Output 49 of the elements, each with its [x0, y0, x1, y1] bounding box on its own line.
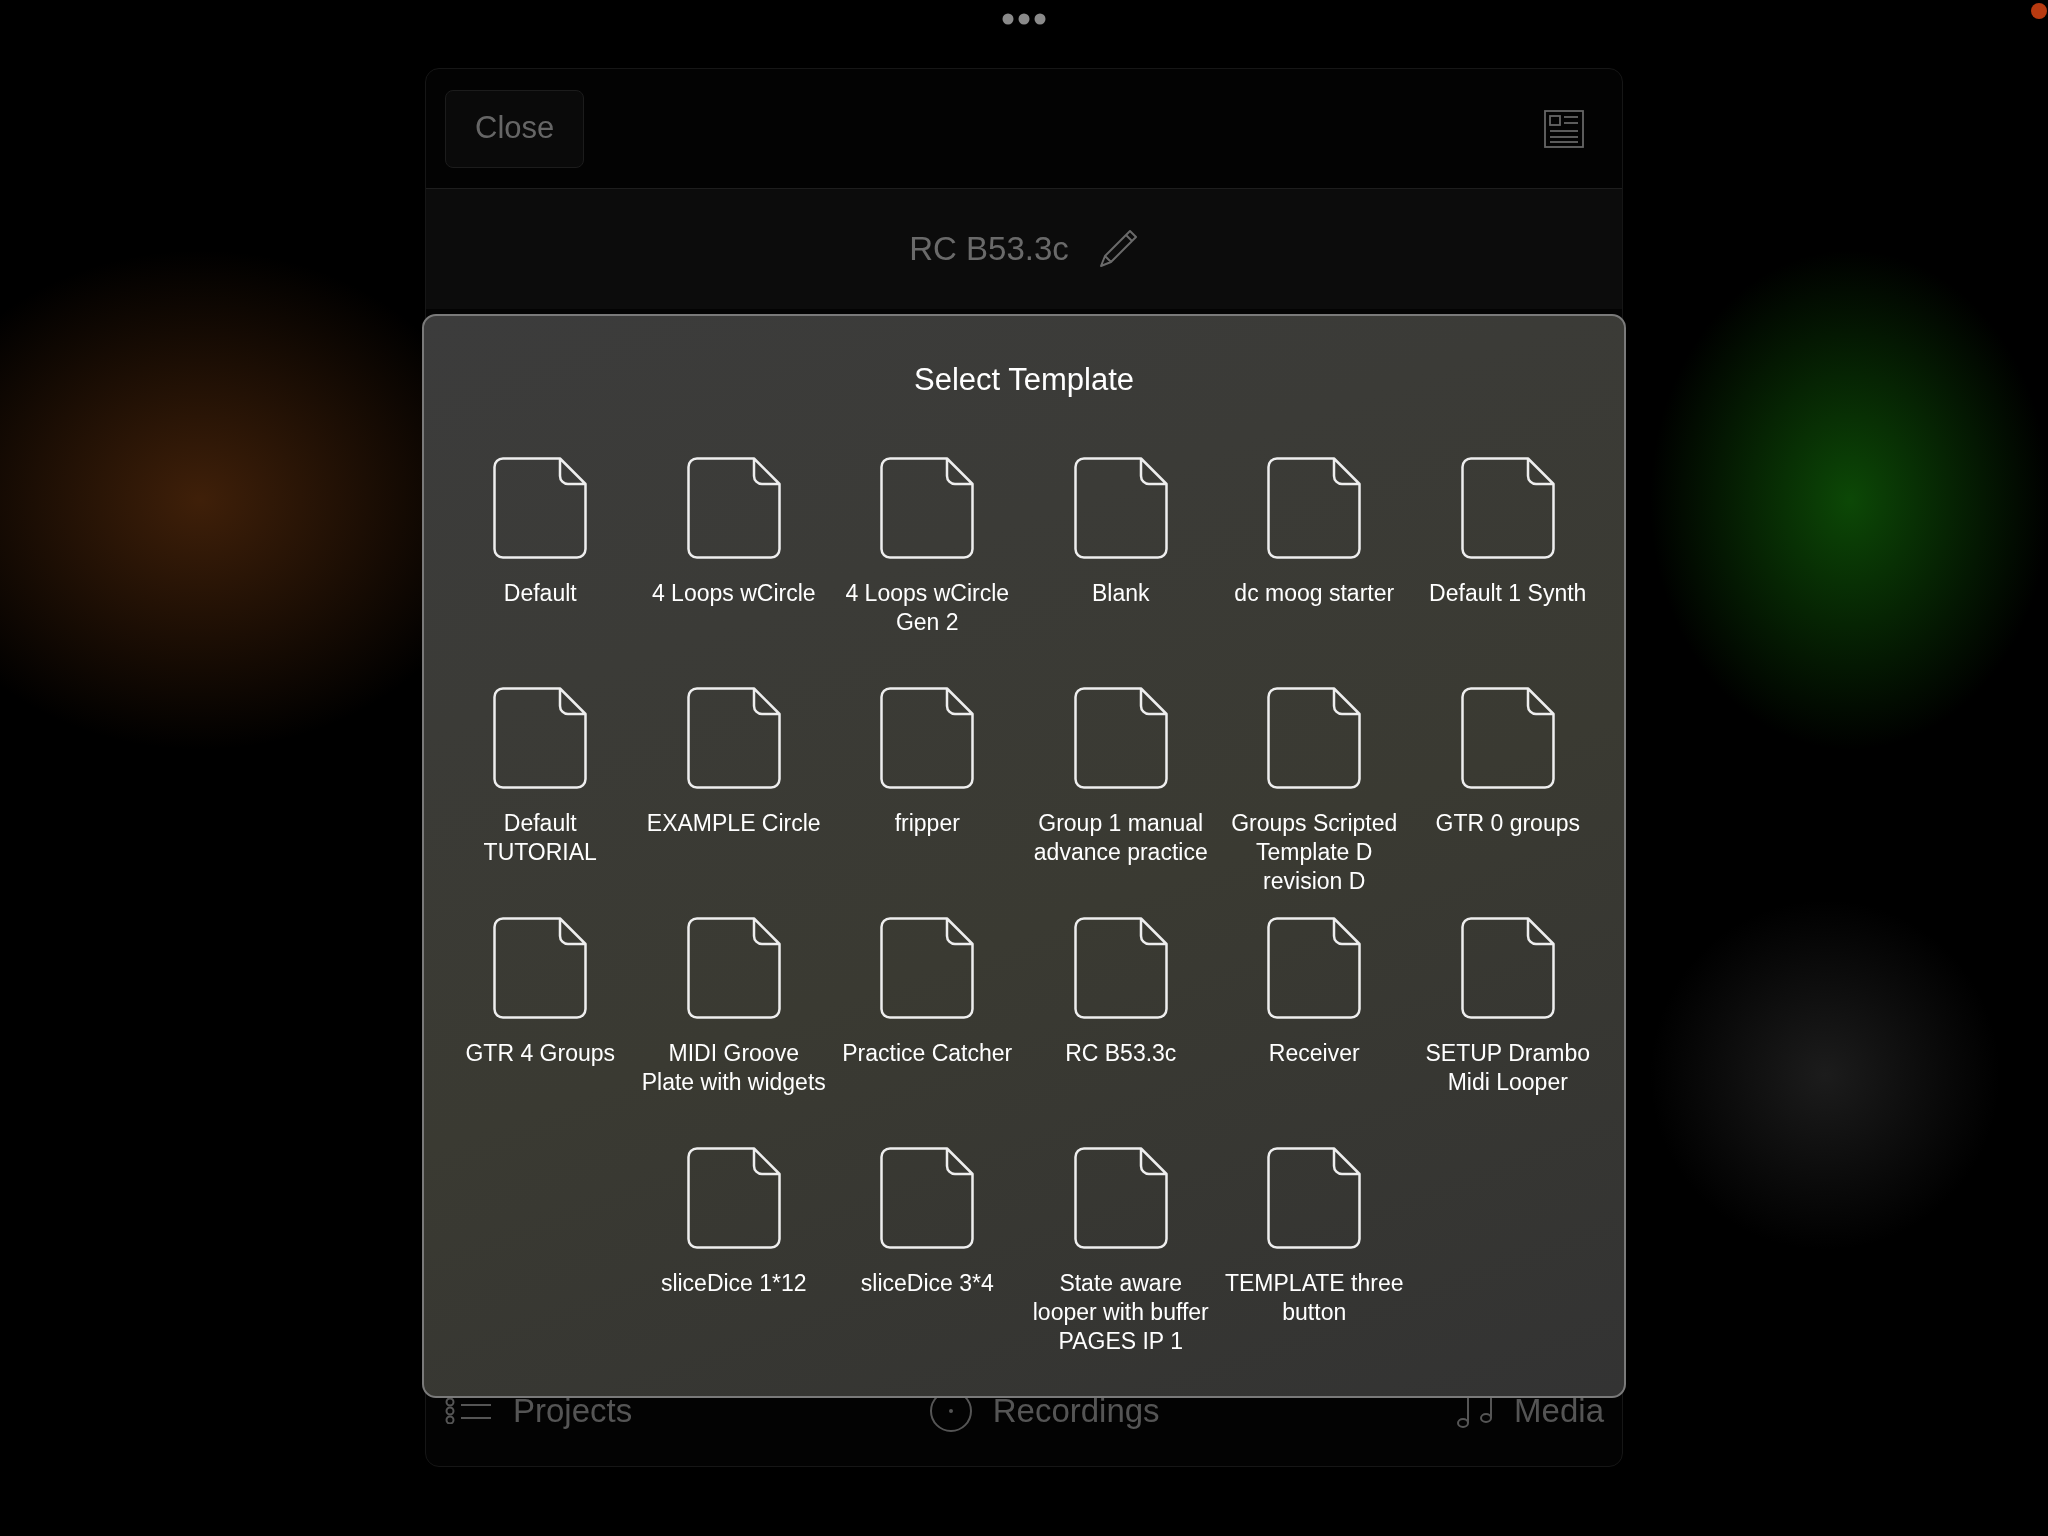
template-name[interactable]: RC B53.3c — [1028, 1039, 1214, 1068]
document-icon — [493, 687, 588, 789]
template-name[interactable]: GTR 0 groups — [1415, 809, 1601, 838]
template-name[interactable]: sliceDice 3*4 — [834, 1269, 1020, 1298]
template-name[interactable]: GTR 4 Groups — [447, 1039, 633, 1068]
template-name[interactable]: Default TUTORIAL — [447, 809, 633, 867]
template-name[interactable]: dc moog starter — [1221, 579, 1407, 608]
document-icon — [493, 457, 588, 559]
template-name[interactable]: TEMPLATE three button — [1221, 1269, 1407, 1327]
document-icon — [1267, 1147, 1362, 1249]
document-icon — [686, 687, 781, 789]
document-icon — [686, 457, 781, 559]
document-icon — [1073, 1147, 1168, 1249]
template-name[interactable]: Group 1 manual advance practice — [1028, 809, 1214, 867]
document-icon — [880, 687, 975, 789]
template-name[interactable]: Practice Catcher — [834, 1039, 1020, 1068]
document-icon — [1460, 457, 1555, 559]
document-icon — [1460, 687, 1555, 789]
dialog-title: Select Template — [914, 361, 1134, 399]
template-name[interactable]: State aware looper with buffer PAGES IP 1 — [1028, 1269, 1214, 1356]
document-icon — [1073, 687, 1168, 789]
template-name[interactable]: fripper — [834, 809, 1020, 838]
document-icon — [1460, 917, 1555, 1019]
template-name[interactable]: sliceDice 1*12 — [641, 1269, 827, 1298]
template-name[interactable]: Default 1 Synth — [1415, 579, 1601, 608]
document-icon — [1073, 917, 1168, 1019]
template-name[interactable]: 4 Loops wCircle Gen 2 — [834, 579, 1020, 637]
template-name[interactable]: EXAMPLE Circle — [641, 809, 827, 838]
document-icon — [1267, 917, 1362, 1019]
document-icon — [880, 457, 975, 559]
template-name[interactable]: Groups Scripted Template D revision D — [1221, 809, 1407, 896]
document-icon — [1073, 457, 1168, 559]
document-icon — [880, 917, 975, 1019]
template-name[interactable]: MIDI Groove Plate with widgets — [641, 1039, 827, 1097]
document-icon — [1267, 457, 1362, 559]
template-name[interactable]: SETUP Drambo Midi Looper — [1415, 1039, 1601, 1097]
document-icon — [686, 1147, 781, 1249]
document-list-icon[interactable] — [1544, 109, 1584, 148]
project-title: RC B53.3c — [909, 229, 1069, 270]
more-dots-icon[interactable] — [1002, 13, 1046, 25]
list-icon — [445, 1398, 493, 1424]
template-name[interactable]: Default — [447, 579, 633, 608]
template-name[interactable]: 4 Loops wCircle — [641, 579, 827, 608]
document-icon — [880, 1147, 975, 1249]
template-name[interactable]: Blank — [1028, 579, 1214, 608]
template-name[interactable]: Receiver — [1221, 1039, 1407, 1068]
document-icon — [1267, 687, 1362, 789]
document-icon — [493, 917, 588, 1019]
document-icon — [686, 917, 781, 1019]
